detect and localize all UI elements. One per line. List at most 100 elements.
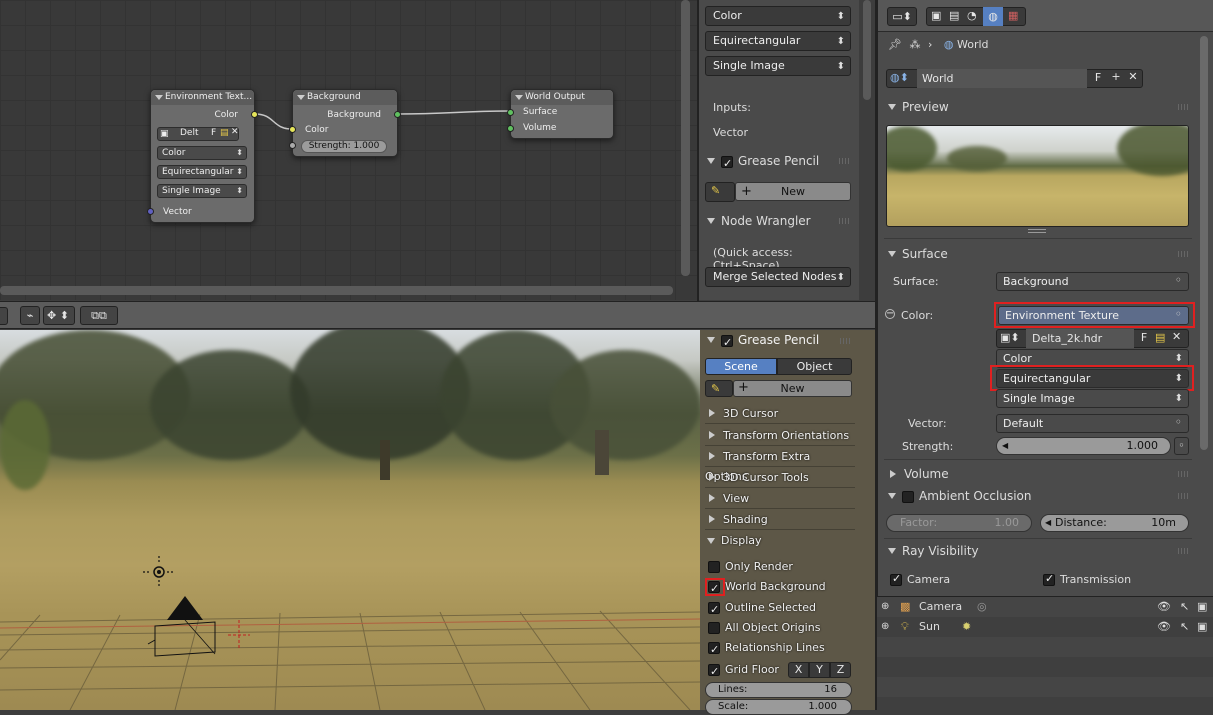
projection-dropdown[interactable]: Equirectangular: [157, 165, 247, 179]
background-node[interactable]: Background Background Color Strength: 1.…: [289, 89, 401, 157]
grid-floor-option[interactable]: Grid Floor: [708, 660, 779, 682]
camera-object[interactable]: [145, 592, 225, 664]
output-background-socket[interactable]: [394, 111, 401, 118]
close-icon[interactable]: ✕: [1172, 330, 1181, 343]
new-button[interactable]: + New: [735, 182, 851, 201]
menu-button[interactable]: [0, 307, 8, 325]
collapse-icon[interactable]: −: [885, 309, 895, 319]
environment-texture-node[interactable]: Environment Text... Color ▣ Delt F ▤ ✕ C…: [147, 89, 258, 223]
only-render-option[interactable]: Only Render: [708, 557, 793, 577]
input-strength-socket[interactable]: [289, 142, 296, 149]
pencil-icon[interactable]: ✎: [705, 380, 733, 397]
surface-shader-dropdown[interactable]: Background: [996, 272, 1189, 291]
drag-handle-icon[interactable]: [1178, 548, 1190, 554]
panel-shading[interactable]: Shading: [705, 510, 855, 530]
source-dropdown[interactable]: Single Image: [996, 389, 1189, 408]
transmission-visibility-checkbox[interactable]: [1043, 572, 1055, 586]
source-dropdown[interactable]: Single Image: [157, 184, 247, 198]
area-divider[interactable]: [875, 0, 877, 710]
fake-user-button[interactable]: F: [1137, 331, 1151, 344]
drag-handle-icon[interactable]: [839, 158, 851, 164]
drag-handle-icon[interactable]: [1178, 104, 1190, 110]
vertical-scrollbar[interactable]: [681, 0, 690, 276]
preview-panel[interactable]: Preview: [886, 97, 1186, 117]
node-editor[interactable]: Environment Text... Color ▣ Delt F ▤ ✕ C…: [0, 0, 697, 300]
drag-handle-icon[interactable]: [1178, 471, 1190, 477]
vector-input-dropdown[interactable]: Default: [996, 414, 1189, 433]
input-vector-socket[interactable]: [147, 208, 154, 215]
projection-dropdown[interactable]: Equirectangular: [705, 31, 851, 51]
drag-handle-icon[interactable]: [840, 338, 852, 344]
grease-pencil-panel[interactable]: Grease Pencil: [705, 330, 855, 353]
visibility-eye-icon[interactable]: 👁︎: [1157, 597, 1171, 617]
3d-viewport[interactable]: [0, 330, 700, 710]
pencil-icon[interactable]: ✎: [705, 182, 735, 202]
distance-field[interactable]: ◀ Distance: 10m: [1040, 514, 1189, 532]
copy-paste-icon[interactable]: ⧉⧉: [80, 306, 118, 325]
image-browse-icon[interactable]: ▣: [160, 129, 169, 139]
open-folder-icon[interactable]: ▤: [220, 128, 229, 138]
horizontal-scrollbar[interactable]: [0, 286, 673, 295]
layers-tab-icon[interactable]: ▤: [949, 9, 959, 22]
world-tab-icon[interactable]: ◍: [983, 7, 1003, 26]
close-icon[interactable]: ✕: [1126, 70, 1140, 83]
snap-element-dropdown[interactable]: ✥ ⬍: [43, 306, 75, 325]
grid-floor-checkbox[interactable]: [708, 662, 720, 682]
outliner-row-sun[interactable]: ⊕ 💡︎ Sun ✹ 👁︎ ↖ ▣: [877, 617, 1213, 637]
image-selector[interactable]: ▣ Delt F ▤ ✕: [157, 127, 239, 141]
outliner-row-camera[interactable]: ⊕ ▩ Camera ◎ 👁︎ ↖ ▣: [877, 597, 1213, 617]
panel-transform-extra-options[interactable]: Transform Extra Options: [705, 447, 855, 483]
panel-3d-cursor[interactable]: 3D Cursor: [705, 404, 855, 424]
new-button[interactable]: + New: [733, 380, 852, 397]
grease-pencil-checkbox[interactable]: [721, 333, 733, 353]
drag-handle-icon[interactable]: [1178, 251, 1190, 257]
render-tab-icon[interactable]: ▣: [931, 9, 941, 22]
outline-selected-checkbox[interactable]: [708, 600, 720, 620]
ambient-occlusion-checkbox[interactable]: [902, 490, 914, 503]
grid-lines-field[interactable]: Lines: 16: [705, 682, 852, 698]
panel-3d-cursor-tools[interactable]: 3D Cursor Tools: [705, 468, 855, 488]
selectable-cursor-icon[interactable]: ↖: [1180, 597, 1189, 617]
world-name-field[interactable]: World: [917, 69, 1087, 88]
color-space-dropdown[interactable]: Color: [705, 6, 851, 26]
world-background-option[interactable]: World Background: [708, 577, 826, 599]
camera-visibility-checkbox[interactable]: [890, 572, 902, 586]
ambient-occlusion-panel[interactable]: Ambient Occlusion: [886, 486, 1186, 506]
merge-selected-nodes-dropdown[interactable]: Merge Selected Nodes: [705, 267, 851, 287]
sidebar-scrollbar[interactable]: [863, 0, 871, 100]
scene-tab[interactable]: Scene: [705, 358, 777, 375]
resize-handle-icon[interactable]: [1028, 229, 1046, 233]
render-camera-icon[interactable]: ▣: [1197, 597, 1207, 617]
close-icon[interactable]: ✕: [231, 127, 239, 137]
image-name[interactable]: Delt: [180, 128, 199, 138]
pin-icon[interactable]: 📌︎: [888, 38, 902, 51]
properties-scrollbar[interactable]: [1200, 36, 1208, 450]
axis-x-toggle[interactable]: X: [788, 662, 809, 678]
color-space-dropdown[interactable]: Color: [157, 146, 247, 160]
outline-selected-option[interactable]: Outline Selected: [708, 598, 816, 620]
open-folder-icon[interactable]: ▤: [1155, 331, 1165, 344]
output-color-socket[interactable]: [251, 111, 258, 118]
add-world-icon[interactable]: +: [1109, 70, 1123, 83]
snap-icon[interactable]: ⌁: [20, 306, 40, 325]
object-name[interactable]: Camera: [919, 597, 962, 617]
texture-tab-icon[interactable]: ▦: [1008, 9, 1018, 22]
input-volume-socket[interactable]: [507, 125, 514, 132]
selectable-cursor-icon[interactable]: ↖: [1180, 617, 1189, 637]
transmission-visibility-option[interactable]: Transmission: [1043, 572, 1131, 586]
drag-handle-icon[interactable]: [839, 218, 851, 224]
node-wrangler-panel[interactable]: Node Wrangler: [705, 211, 855, 231]
object-tab[interactable]: Object: [777, 358, 852, 375]
3d-cursor-icon[interactable]: [228, 620, 250, 650]
all-object-origins-checkbox[interactable]: [708, 622, 720, 634]
relationship-lines-checkbox[interactable]: [708, 640, 720, 660]
editor-type-icon[interactable]: ▭⬍: [887, 7, 917, 26]
camera-data-icon[interactable]: ◎: [977, 597, 987, 617]
input-color-socket[interactable]: [289, 126, 296, 133]
axis-z-toggle[interactable]: Z: [830, 662, 851, 678]
factor-field[interactable]: Factor: 1.00: [886, 514, 1032, 532]
world-output-node[interactable]: World Output Surface Volume: [507, 89, 614, 139]
lamp-data-icon[interactable]: ✹: [962, 617, 971, 637]
camera-visibility-option[interactable]: Camera: [890, 572, 950, 586]
render-camera-icon[interactable]: ▣: [1197, 617, 1207, 637]
